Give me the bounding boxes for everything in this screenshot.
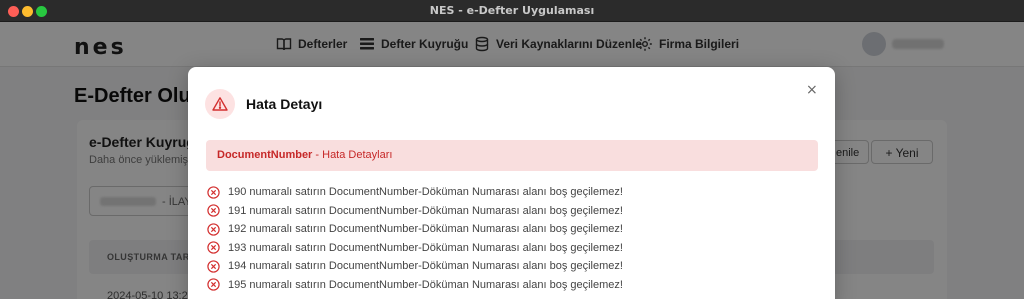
error-alert-banner: DocumentNumber - Hata Detayları: [206, 140, 818, 171]
error-text: 195 numaralı satırın DocumentNumber-Dökü…: [228, 278, 623, 291]
alert-field-name: DocumentNumber: [217, 149, 313, 161]
warning-icon: [212, 97, 228, 111]
error-detail-modal: Hata Detayı × DocumentNumber - Hata Deta…: [188, 67, 835, 299]
error-item: 190 numaralı satırın DocumentNumber-Dökü…: [207, 183, 623, 202]
error-circle-icon: [207, 260, 220, 273]
close-icon[interactable]: ×: [806, 82, 818, 98]
error-text: 190 numaralı satırın DocumentNumber-Dökü…: [228, 186, 623, 199]
error-item: 191 numaralı satırın DocumentNumber-Dökü…: [207, 202, 623, 221]
error-text: 191 numaralı satırın DocumentNumber-Dökü…: [228, 204, 623, 217]
error-item: 195 numaralı satırın DocumentNumber-Dökü…: [207, 276, 623, 295]
error-circle-icon: [207, 186, 220, 199]
error-circle-icon: [207, 278, 220, 291]
error-circle-icon: [207, 223, 220, 236]
error-item: 192 numaralı satırın DocumentNumber-Dökü…: [207, 220, 623, 239]
error-item: 193 numaralı satırın DocumentNumber-Dökü…: [207, 239, 623, 258]
error-item: 194 numaralı satırın DocumentNumber-Dökü…: [207, 257, 623, 276]
window-titlebar: NES - e-Defter Uygulaması: [0, 0, 1024, 22]
error-text: 192 numaralı satırın DocumentNumber-Dökü…: [228, 223, 623, 236]
error-circle-icon: [207, 241, 220, 254]
window-title: NES - e-Defter Uygulaması: [429, 4, 595, 17]
error-text: 194 numaralı satırın DocumentNumber-Dökü…: [228, 260, 623, 273]
alert-suffix: - Hata Detayları: [312, 149, 393, 161]
error-list: 190 numaralı satırın DocumentNumber-Dökü…: [207, 183, 623, 294]
modal-title: Hata Detayı: [246, 96, 323, 112]
error-circle-icon: [207, 204, 220, 217]
error-text: 193 numaralı satırın DocumentNumber-Dökü…: [228, 241, 623, 254]
warning-icon-badge: [205, 89, 235, 119]
